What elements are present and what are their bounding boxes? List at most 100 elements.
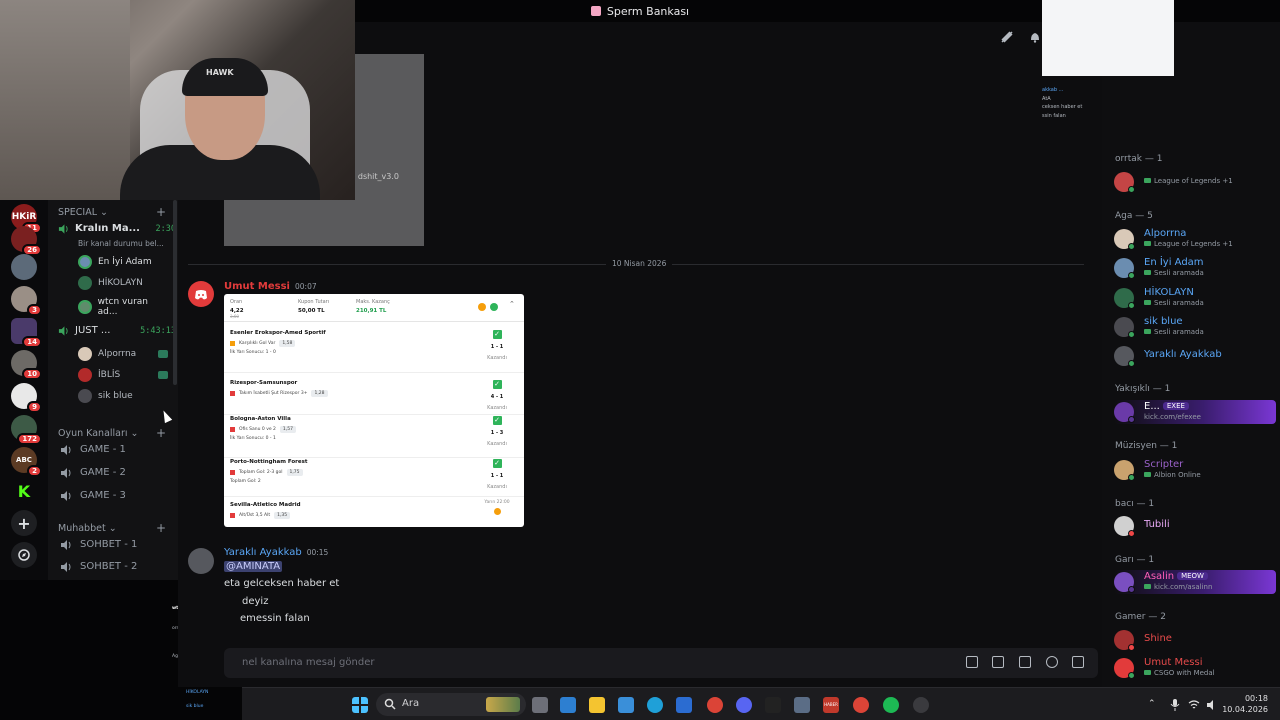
- server-icon-5[interactable]: 14: [11, 318, 42, 348]
- server-icon-8[interactable]: 172: [11, 415, 42, 445]
- app-icon-m[interactable]: [765, 697, 781, 713]
- microphone-icon[interactable]: [1170, 699, 1180, 711]
- file-explorer-icon[interactable]: [589, 697, 605, 713]
- voice-channel-game-2[interactable]: GAME - 2: [60, 467, 126, 478]
- add-server-icon[interactable]: +: [11, 510, 37, 536]
- obs-icon[interactable]: [913, 697, 929, 713]
- message-timestamp: 00:07: [295, 282, 317, 291]
- cap-text: HAWK: [206, 68, 234, 77]
- gift-icon[interactable]: [966, 656, 978, 668]
- member-item[interactable]: Asalin MEOW kick.com/asalinn: [1114, 570, 1276, 594]
- explore-icon[interactable]: [11, 542, 37, 568]
- news-app-icon[interactable]: HABER: [823, 697, 839, 713]
- activity-text: Sesli aramada: [1154, 328, 1204, 336]
- voice-channel-game-3[interactable]: GAME - 3: [60, 490, 126, 501]
- status-dot: [1128, 474, 1135, 481]
- composer-placeholder: nel kanalına mesaj gönder: [242, 657, 375, 668]
- voice-user-3[interactable]: Alporrna: [78, 347, 168, 361]
- app-icon-tool[interactable]: [794, 697, 810, 713]
- chevron-down-icon: ⌄: [108, 522, 117, 534]
- server-icon-9[interactable]: ABC 2: [11, 447, 42, 477]
- voice-channel-kralin[interactable]: Kralın Ma... 2:30: [58, 223, 176, 234]
- voice-user-0[interactable]: En İyi Adam: [78, 255, 168, 269]
- store-icon[interactable]: [560, 697, 576, 713]
- mini-screen-preview: [1042, 0, 1174, 76]
- taskbar-search[interactable]: Ara: [376, 693, 526, 716]
- match-status: Kazandı: [487, 355, 507, 361]
- voice-user-1[interactable]: HİKOLAYN: [78, 276, 168, 290]
- outlook-icon[interactable]: [676, 697, 692, 713]
- avatar: [78, 347, 92, 361]
- category-oyun[interactable]: Oyun Kanalları ⌄ +: [58, 426, 166, 440]
- windows-start-icon[interactable]: [352, 697, 368, 713]
- message-author[interactable]: Umut Messi 00:07: [224, 281, 317, 292]
- add-channel-icon[interactable]: +: [156, 426, 166, 440]
- message-author[interactable]: Yaraklı Ayakkab 00:15: [224, 547, 328, 558]
- member-group-header: Garı — 1: [1115, 555, 1155, 565]
- avatar[interactable]: [188, 548, 214, 574]
- voice-channel-game-1[interactable]: GAME - 1: [60, 444, 126, 455]
- member-item[interactable]: En İyi Adam Sesli aramada: [1114, 256, 1276, 280]
- user-mention[interactable]: @AMINATA: [224, 561, 283, 572]
- member-item[interactable]: Alporrna League of Legends +1: [1114, 227, 1276, 251]
- member-item[interactable]: Yaraklı Ayakkab: [1114, 344, 1276, 368]
- voice-user-4[interactable]: İBLİS: [78, 368, 168, 382]
- threads-icon[interactable]: [1000, 30, 1014, 44]
- server-icon-7[interactable]: 9: [11, 383, 42, 413]
- channel-name: GAME - 2: [80, 467, 126, 478]
- status-dot: [1128, 331, 1135, 338]
- avatar[interactable]: [188, 281, 214, 307]
- channel-scrollbar[interactable]: [173, 200, 177, 385]
- voice-timer: 5:43:13: [140, 325, 176, 336]
- message-composer[interactable]: nel kanalına mesaj gönder: [224, 648, 1098, 678]
- member-item[interactable]: Tubili: [1114, 514, 1276, 538]
- add-channel-icon[interactable]: +: [156, 521, 166, 535]
- server-icon-3[interactable]: [11, 254, 37, 280]
- activity-text: kick.com/asalinn: [1154, 583, 1213, 591]
- server-icon-6[interactable]: 10: [11, 350, 42, 380]
- bet-slip-image[interactable]: Oran 4,22 3,60 Kupon Tutarı 50,00 TL Mak…: [224, 294, 524, 527]
- category-muhabbet[interactable]: Muhabbet ⌄ +: [58, 521, 166, 535]
- chevron-up-icon[interactable]: ⌃: [1148, 699, 1156, 709]
- member-item[interactable]: Shine: [1114, 628, 1276, 652]
- member-item[interactable]: League of Legends +1: [1114, 170, 1276, 194]
- spotify-icon[interactable]: [883, 697, 899, 713]
- member-item[interactable]: E... EXEE kick.com/efexee: [1114, 400, 1276, 424]
- emoji-icon[interactable]: [1046, 656, 1058, 668]
- voice-channel-sohbet-2[interactable]: SOHBET - 2: [60, 561, 137, 572]
- kick-server-icon[interactable]: K: [11, 478, 37, 504]
- discord-taskbar-icon[interactable]: [736, 697, 752, 713]
- edge-icon[interactable]: [647, 697, 663, 713]
- speaker-icon: [61, 561, 71, 572]
- voice-channel-sohbet-1[interactable]: SOHBET - 1: [60, 539, 137, 550]
- bell-icon[interactable]: [1028, 30, 1042, 44]
- member-item[interactable]: HİKOLAYN Sesli aramada: [1114, 286, 1276, 310]
- notepad-icon[interactable]: [618, 697, 634, 713]
- member-item[interactable]: Scripter Albion Online: [1114, 458, 1276, 482]
- member-name: Alporrna: [1144, 228, 1187, 239]
- server-icon-2[interactable]: 26: [11, 226, 42, 256]
- voice-user-2[interactable]: wtcn vuran ad...: [78, 297, 168, 317]
- member-item[interactable]: Umut Messi CSGO with Medal: [1114, 656, 1276, 680]
- gif-icon[interactable]: [992, 656, 1004, 668]
- chrome-icon[interactable]: [707, 697, 723, 713]
- check-icon: ✓: [492, 380, 502, 389]
- member-item[interactable]: sik blue Sesli aramada: [1114, 315, 1276, 339]
- apps-icon[interactable]: [1072, 656, 1084, 668]
- system-clock[interactable]: 00:18 10.04.2026: [1222, 693, 1268, 715]
- voice-channel-just[interactable]: JUST ... 5:43:13: [58, 325, 176, 336]
- slip-odds: Oran 4,22 3,60: [230, 299, 244, 320]
- server-icon-4[interactable]: 3: [11, 286, 42, 316]
- add-channel-icon[interactable]: +: [156, 205, 166, 219]
- voice-channel-name: Kralın Ma...: [75, 223, 140, 234]
- match-score: 4 - 1: [490, 394, 504, 400]
- chrome-icon-2[interactable]: [853, 697, 869, 713]
- pick-text: Ofis Sanu 0 ve 2: [239, 427, 276, 432]
- category-special[interactable]: SPECIAL ⌄ +: [58, 205, 166, 219]
- task-view-icon[interactable]: [532, 697, 548, 713]
- sticker-icon[interactable]: [1019, 656, 1031, 668]
- wifi-icon[interactable]: [1188, 699, 1200, 711]
- volume-icon[interactable]: [1206, 699, 1218, 711]
- message-line: deyiz: [242, 596, 269, 607]
- voice-user-5[interactable]: sik blue: [78, 389, 168, 403]
